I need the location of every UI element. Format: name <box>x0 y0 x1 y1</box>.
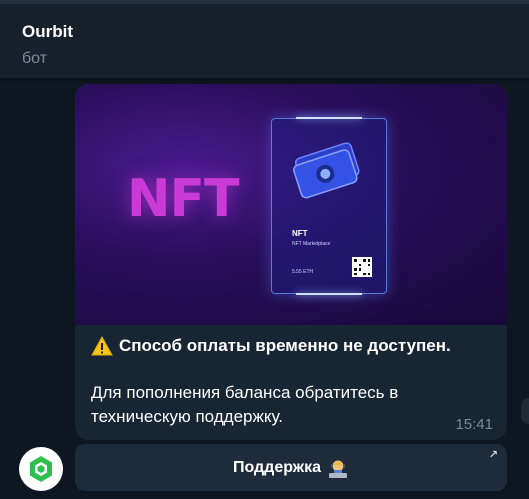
message-headline: Способ оплаты временно не доступен. <box>91 336 451 356</box>
card-price: 5.55 ETH <box>292 269 314 275</box>
support-agent-icon <box>329 460 348 478</box>
card-subtitle: NFT Marketplace <box>292 241 331 247</box>
money-icon <box>293 142 360 199</box>
nft-card: NFT NFT Marketplace 5.55 ETH <box>271 117 387 295</box>
message-time: 15:41 <box>455 416 493 433</box>
support-button-label: Поддержка <box>232 458 322 476</box>
card-frame-top <box>296 117 362 119</box>
headline-text: Способ оплаты временно не доступен. <box>119 336 451 355</box>
chat-subtitle: бот <box>22 50 48 67</box>
message-body: Для пополнения баланса обратитесь в техн… <box>91 383 399 426</box>
nft-logo: NFT <box>127 169 240 229</box>
warning-icon <box>91 336 113 356</box>
message-bubble[interactable]: NFT NFT NFT Marketplace 5.55 ETH Способ … <box>75 84 507 440</box>
support-button[interactable]: Поддержка ↗ <box>75 444 507 491</box>
bot-avatar[interactable] <box>19 447 63 491</box>
qr-code-icon <box>352 257 372 277</box>
card-title: NFT <box>292 229 308 238</box>
card-frame-bottom <box>296 293 362 295</box>
ourbit-logo-icon <box>30 456 52 482</box>
chat-title[interactable]: Ourbit <box>22 22 73 42</box>
external-arrow-icon: ↗ <box>488 449 498 461</box>
scroll-down-button[interactable] <box>521 398 529 424</box>
chat-header[interactable]: Ourbit бот <box>0 0 529 78</box>
message-image[interactable]: NFT NFT NFT Marketplace 5.55 ETH <box>75 84 507 325</box>
